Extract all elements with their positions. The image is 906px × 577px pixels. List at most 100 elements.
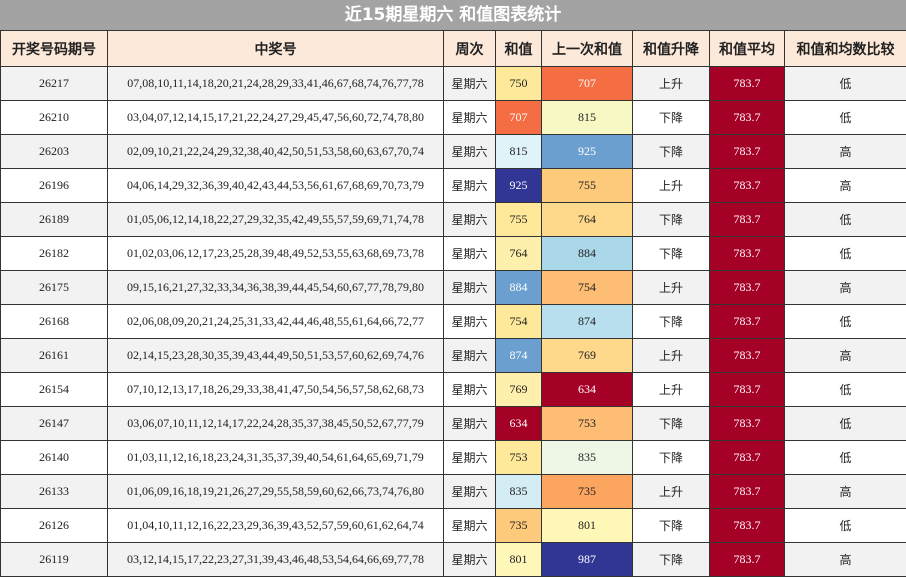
header-compare: 和值和均数比较 — [785, 31, 906, 67]
cell-numbers: 04,06,14,29,32,36,39,40,42,43,44,53,56,6… — [108, 169, 444, 203]
cell-numbers: 03,06,07,10,11,12,14,17,22,24,28,35,37,3… — [108, 407, 444, 441]
cell-weekday: 星期六 — [444, 475, 496, 509]
cell-weekday: 星期六 — [444, 407, 496, 441]
cell-trend: 上升 — [633, 67, 710, 101]
cell-period: 26161 — [1, 339, 108, 373]
cell-numbers: 03,12,14,15,17,22,23,27,31,39,43,46,48,5… — [108, 543, 444, 577]
cell-numbers: 01,04,10,11,12,16,22,23,29,36,39,43,52,5… — [108, 509, 444, 543]
chart-title: 近15期星期六 和值图表统计 — [0, 0, 906, 30]
cell-average: 783.7 — [710, 67, 785, 101]
cell-compare: 低 — [785, 305, 906, 339]
cell-weekday: 星期六 — [444, 135, 496, 169]
cell-compare: 低 — [785, 67, 906, 101]
cell-compare: 低 — [785, 407, 906, 441]
chart-container: 近15期星期六 和值图表统计 开奖号码期号 中奖号 周次 和值 上一次和值 和值… — [0, 0, 906, 561]
cell-prev-sum: 884 — [542, 237, 633, 271]
header-prev-sum: 上一次和值 — [542, 31, 633, 67]
table-row: 2613301,06,09,16,18,19,21,26,27,29,55,58… — [1, 475, 906, 509]
cell-prev-sum: 815 — [542, 101, 633, 135]
cell-average: 783.7 — [710, 339, 785, 373]
cell-average: 783.7 — [710, 135, 785, 169]
cell-average: 783.7 — [710, 169, 785, 203]
cell-compare: 低 — [785, 203, 906, 237]
cell-period: 26147 — [1, 407, 108, 441]
cell-compare: 高 — [785, 169, 906, 203]
cell-prev-sum: 769 — [542, 339, 633, 373]
table-row: 2621003,04,07,12,14,15,17,21,22,24,27,29… — [1, 101, 906, 135]
cell-numbers: 03,04,07,12,14,15,17,21,22,24,27,29,45,4… — [108, 101, 444, 135]
cell-numbers: 02,06,08,09,20,21,24,25,31,33,42,44,46,4… — [108, 305, 444, 339]
cell-weekday: 星期六 — [444, 67, 496, 101]
cell-numbers: 01,06,09,16,18,19,21,26,27,29,55,58,59,6… — [108, 475, 444, 509]
cell-weekday: 星期六 — [444, 339, 496, 373]
cell-prev-sum: 874 — [542, 305, 633, 339]
cell-trend: 下降 — [633, 101, 710, 135]
table-row: 2611903,12,14,15,17,22,23,27,31,39,43,46… — [1, 543, 906, 577]
cell-sum: 755 — [496, 203, 542, 237]
cell-period: 26119 — [1, 543, 108, 577]
cell-period: 26182 — [1, 237, 108, 271]
cell-period: 26196 — [1, 169, 108, 203]
cell-compare: 高 — [785, 475, 906, 509]
cell-average: 783.7 — [710, 101, 785, 135]
stats-table: 开奖号码期号 中奖号 周次 和值 上一次和值 和值升降 和值平均 和值和均数比较… — [0, 30, 906, 577]
cell-period: 26203 — [1, 135, 108, 169]
cell-compare: 低 — [785, 373, 906, 407]
cell-sum: 884 — [496, 271, 542, 305]
cell-period: 26140 — [1, 441, 108, 475]
cell-compare: 高 — [785, 543, 906, 577]
header-sum: 和值 — [496, 31, 542, 67]
table-row: 2619604,06,14,29,32,36,39,40,42,43,44,53… — [1, 169, 906, 203]
cell-compare: 低 — [785, 101, 906, 135]
cell-numbers: 01,02,03,06,12,17,23,25,28,39,48,49,52,5… — [108, 237, 444, 271]
cell-trend: 下降 — [633, 135, 710, 169]
cell-average: 783.7 — [710, 237, 785, 271]
cell-weekday: 星期六 — [444, 509, 496, 543]
cell-numbers: 07,08,10,11,14,18,20,21,24,28,29,33,41,4… — [108, 67, 444, 101]
cell-numbers: 02,14,15,23,28,30,35,39,43,44,49,50,51,5… — [108, 339, 444, 373]
cell-trend: 上升 — [633, 373, 710, 407]
cell-period: 26126 — [1, 509, 108, 543]
cell-weekday: 星期六 — [444, 305, 496, 339]
cell-average: 783.7 — [710, 475, 785, 509]
cell-prev-sum: 707 — [542, 67, 633, 101]
cell-weekday: 星期六 — [444, 101, 496, 135]
cell-weekday: 星期六 — [444, 271, 496, 305]
cell-average: 783.7 — [710, 407, 785, 441]
cell-sum: 801 — [496, 543, 542, 577]
cell-sum: 835 — [496, 475, 542, 509]
header-weekday: 周次 — [444, 31, 496, 67]
cell-period: 26175 — [1, 271, 108, 305]
cell-prev-sum: 753 — [542, 407, 633, 441]
table-row: 2617509,15,16,21,27,32,33,34,36,38,39,44… — [1, 271, 906, 305]
cell-numbers: 02,09,10,21,22,24,29,32,38,40,42,50,51,5… — [108, 135, 444, 169]
cell-sum: 874 — [496, 339, 542, 373]
cell-trend: 下降 — [633, 543, 710, 577]
cell-average: 783.7 — [710, 305, 785, 339]
cell-sum: 769 — [496, 373, 542, 407]
table-row: 2614703,06,07,10,11,12,14,17,22,24,28,35… — [1, 407, 906, 441]
cell-sum: 634 — [496, 407, 542, 441]
table-row: 2616102,14,15,23,28,30,35,39,43,44,49,50… — [1, 339, 906, 373]
cell-compare: 低 — [785, 509, 906, 543]
cell-trend: 下降 — [633, 237, 710, 271]
table-row: 2620302,09,10,21,22,24,29,32,38,40,42,50… — [1, 135, 906, 169]
header-average: 和值平均 — [710, 31, 785, 67]
cell-period: 26210 — [1, 101, 108, 135]
cell-weekday: 星期六 — [444, 237, 496, 271]
cell-trend: 下降 — [633, 509, 710, 543]
header-row: 开奖号码期号 中奖号 周次 和值 上一次和值 和值升降 和值平均 和值和均数比较 — [1, 31, 906, 67]
cell-compare: 低 — [785, 441, 906, 475]
table-row: 2615407,10,12,13,17,18,26,29,33,38,41,47… — [1, 373, 906, 407]
cell-numbers: 01,05,06,12,14,18,22,27,29,32,35,42,49,5… — [108, 203, 444, 237]
cell-trend: 下降 — [633, 441, 710, 475]
cell-numbers: 01,03,11,12,16,18,23,24,31,35,37,39,40,5… — [108, 441, 444, 475]
cell-prev-sum: 764 — [542, 203, 633, 237]
cell-period: 26189 — [1, 203, 108, 237]
cell-compare: 低 — [785, 237, 906, 271]
cell-sum: 753 — [496, 441, 542, 475]
cell-period: 26154 — [1, 373, 108, 407]
table-row: 2616802,06,08,09,20,21,24,25,31,33,42,44… — [1, 305, 906, 339]
cell-weekday: 星期六 — [444, 373, 496, 407]
table-row: 2618201,02,03,06,12,17,23,25,28,39,48,49… — [1, 237, 906, 271]
